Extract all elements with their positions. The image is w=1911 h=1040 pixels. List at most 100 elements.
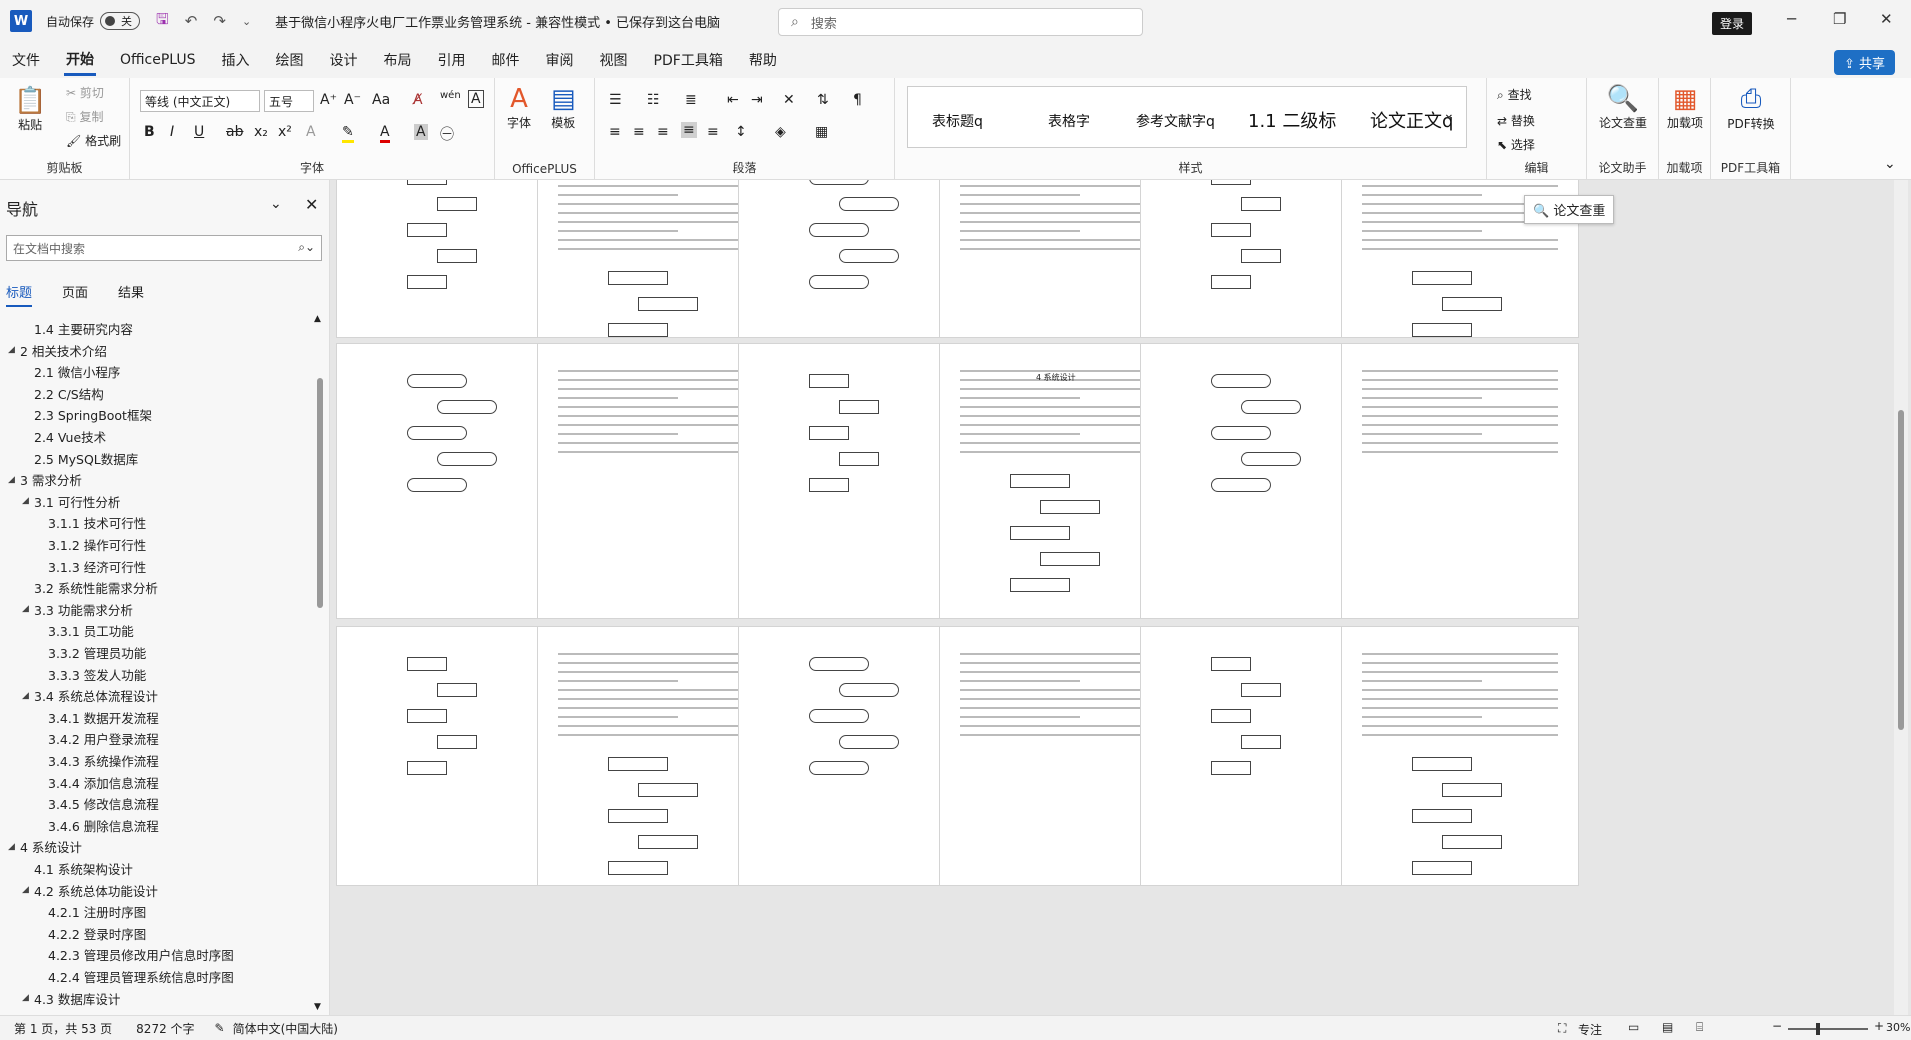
close-icon[interactable]: ✕ xyxy=(305,195,318,214)
page-count[interactable]: 第 1 页，共 53 页 xyxy=(14,1020,112,1037)
pdf-convert-button[interactable]: ⎙ PDF转换 xyxy=(1715,84,1787,132)
font-color-icon[interactable]: A xyxy=(380,124,390,143)
nav-heading-item[interactable]: ◢ 4.3 数据库设计 xyxy=(0,988,300,1008)
nav-heading-item[interactable]: 3.4.2 用户登录流程 xyxy=(0,728,300,749)
subscript-icon[interactable]: x₂ xyxy=(254,124,268,140)
autosave-toggle[interactable]: 关 xyxy=(100,12,141,30)
nav-heading-item[interactable]: ◢ 3.3 功能需求分析 xyxy=(0,599,300,620)
menu-item[interactable]: 绘图 xyxy=(274,46,306,74)
nav-heading-item[interactable]: 3.3.1 员工功能 xyxy=(0,620,300,641)
menu-item[interactable]: 审阅 xyxy=(544,46,576,74)
zoom-in-icon[interactable]: + xyxy=(1874,1019,1884,1033)
shrink-font-icon[interactable]: A⁻ xyxy=(344,92,361,108)
scroll-down-icon[interactable]: ▼ xyxy=(314,1002,321,1012)
nav-heading-item[interactable]: 3.4.6 删除信息流程 xyxy=(0,815,300,836)
nav-search-input[interactable]: 在文档中搜索 ⌕⌄ xyxy=(6,235,322,261)
copy-button[interactable]: ⎘ 复制 xyxy=(66,108,103,125)
nav-heading-item[interactable]: 3.4.1 数据开发流程 xyxy=(0,707,300,728)
tab-results[interactable]: 结果 xyxy=(118,282,144,307)
menu-item[interactable]: 邮件 xyxy=(490,46,522,74)
zoom-level[interactable]: 30% xyxy=(1886,1021,1910,1034)
bold-icon[interactable]: B xyxy=(144,124,155,140)
document-area[interactable]: 4 系统设计 🔍 论文查重 xyxy=(331,180,1911,1015)
borders-icon[interactable]: ▦ xyxy=(815,124,828,140)
nav-heading-item[interactable]: 3.3.3 签发人功能 xyxy=(0,664,300,685)
nav-heading-item[interactable]: 2.4 Vue技术 xyxy=(0,426,300,447)
document-page[interactable] xyxy=(1341,626,1579,886)
undo-icon[interactable]: ↶ xyxy=(185,12,198,30)
align-right-icon[interactable]: ≡ xyxy=(657,124,669,140)
style-item[interactable]: 1.1 二级标 xyxy=(1248,107,1336,133)
style-item[interactable]: 表标题q xyxy=(932,111,983,131)
highlight-icon[interactable]: ✎ xyxy=(342,124,354,143)
find-button[interactable]: ⌕ 查找 xyxy=(1497,86,1532,103)
numbering-icon[interactable]: ☷ xyxy=(647,92,660,108)
shading-icon[interactable]: ◈ xyxy=(775,124,786,140)
menu-item[interactable]: 开始 xyxy=(64,45,96,76)
nav-heading-item[interactable]: 2.1 微信小程序 xyxy=(0,361,300,382)
text-effects-icon[interactable]: A xyxy=(306,124,316,140)
template-button[interactable]: ▤ 模板 xyxy=(551,84,576,131)
zoom-knob[interactable] xyxy=(1816,1023,1820,1035)
nav-heading-item[interactable]: ◢ 3.1 可行性分析 xyxy=(0,491,300,512)
grow-font-icon[interactable]: A⁺ xyxy=(320,92,337,108)
nav-heading-item[interactable]: 3.4.4 添加信息流程 xyxy=(0,772,300,793)
multilevel-list-icon[interactable]: ≣ xyxy=(685,92,697,108)
nav-heading-item[interactable]: 4.2.4 管理员管理系统信息时序图 xyxy=(0,966,300,987)
login-button[interactable]: 登录 xyxy=(1712,12,1753,35)
document-scrollbar[interactable] xyxy=(1894,180,1908,1015)
nav-heading-item[interactable]: ◢ 3 需求分析 xyxy=(0,469,300,490)
change-case-icon[interactable]: Aa xyxy=(372,92,390,108)
officeplus-font-button[interactable]: A 字体 xyxy=(507,84,531,131)
redo-icon[interactable]: ↷ xyxy=(213,12,226,30)
show-marks-icon[interactable]: ¶ xyxy=(853,92,862,108)
restore-icon[interactable]: ❐ xyxy=(1833,10,1846,28)
increase-indent-icon[interactable]: ⇥ xyxy=(751,92,763,108)
expand-caret-icon[interactable]: ◢ xyxy=(22,691,34,701)
phonetic-guide-icon[interactable]: wén xyxy=(440,90,461,101)
align-center-icon[interactable]: ≡ xyxy=(633,124,645,140)
expand-caret-icon[interactable]: ◢ xyxy=(22,993,34,1003)
menu-item[interactable]: 设计 xyxy=(328,46,360,74)
menu-item[interactable]: 视图 xyxy=(598,46,630,74)
nav-heading-item[interactable]: 3.4.5 修改信息流程 xyxy=(0,793,300,814)
justify-icon[interactable]: ≡ xyxy=(681,122,697,138)
expand-caret-icon[interactable]: ◢ xyxy=(8,345,20,355)
nav-heading-item[interactable]: 4.1 系统架构设计 xyxy=(0,858,300,879)
document-scroll-thumb[interactable] xyxy=(1898,410,1904,730)
expand-caret-icon[interactable]: ◢ xyxy=(22,885,34,895)
web-layout-icon[interactable]: ⌸ xyxy=(1696,1020,1703,1035)
share-button[interactable]: ⇪ 共享 xyxy=(1834,50,1896,75)
nav-heading-item[interactable]: ◢ 3.4 系统总体流程设计 xyxy=(0,685,300,706)
line-spacing-icon[interactable]: ↕ xyxy=(735,124,747,140)
paper-check-tooltip[interactable]: 🔍 论文查重 xyxy=(1524,195,1615,224)
nav-heading-item[interactable]: 2.2 C/S结构 xyxy=(0,383,300,404)
distributed-icon[interactable]: ≡ xyxy=(707,124,719,140)
document-title[interactable]: 基于微信小程序火电厂工作票业务管理系统 - 兼容性模式 • 已保存到这台电脑 xyxy=(275,12,720,31)
nav-heading-item[interactable]: 1.4 主要研究内容 xyxy=(0,318,300,339)
scroll-up-icon[interactable]: ▲ xyxy=(314,314,321,324)
expand-caret-icon[interactable]: ◢ xyxy=(22,496,34,506)
menu-item[interactable]: 文件 xyxy=(10,46,42,74)
font-size-select[interactable]: 五号 xyxy=(264,90,314,112)
close-icon[interactable]: ✕ xyxy=(1880,10,1893,28)
focus-icon[interactable]: ⛶ xyxy=(1558,1021,1566,1036)
bullets-icon[interactable]: ☰ xyxy=(609,92,622,108)
sort-icon[interactable]: ⇅ xyxy=(817,92,829,108)
style-item[interactable]: 表格字 xyxy=(1048,111,1090,131)
char-shading-icon[interactable]: A xyxy=(414,124,428,140)
style-item[interactable]: 论文正文q xyxy=(1370,107,1453,133)
nav-heading-item[interactable]: 3.4.3 系统操作流程 xyxy=(0,750,300,771)
asian-layout-icon[interactable]: ✕ xyxy=(783,92,795,108)
expand-caret-icon[interactable]: ◢ xyxy=(8,842,20,852)
read-mode-icon[interactable]: ▭ xyxy=(1628,1020,1639,1034)
select-button[interactable]: ⬉ 选择 xyxy=(1497,136,1535,153)
clear-format-icon[interactable]: A̸ xyxy=(413,92,423,108)
cut-button[interactable]: ✂ 剪切 xyxy=(66,84,104,101)
collapse-ribbon-icon[interactable]: ⌄ xyxy=(1884,156,1896,172)
menu-item[interactable]: 布局 xyxy=(382,46,414,74)
menu-item[interactable]: 引用 xyxy=(436,46,468,74)
search-icon[interactable]: ⌕⌄ xyxy=(298,240,315,255)
document-page[interactable] xyxy=(1341,343,1579,619)
word-count[interactable]: 8272 个字 xyxy=(136,1020,194,1037)
